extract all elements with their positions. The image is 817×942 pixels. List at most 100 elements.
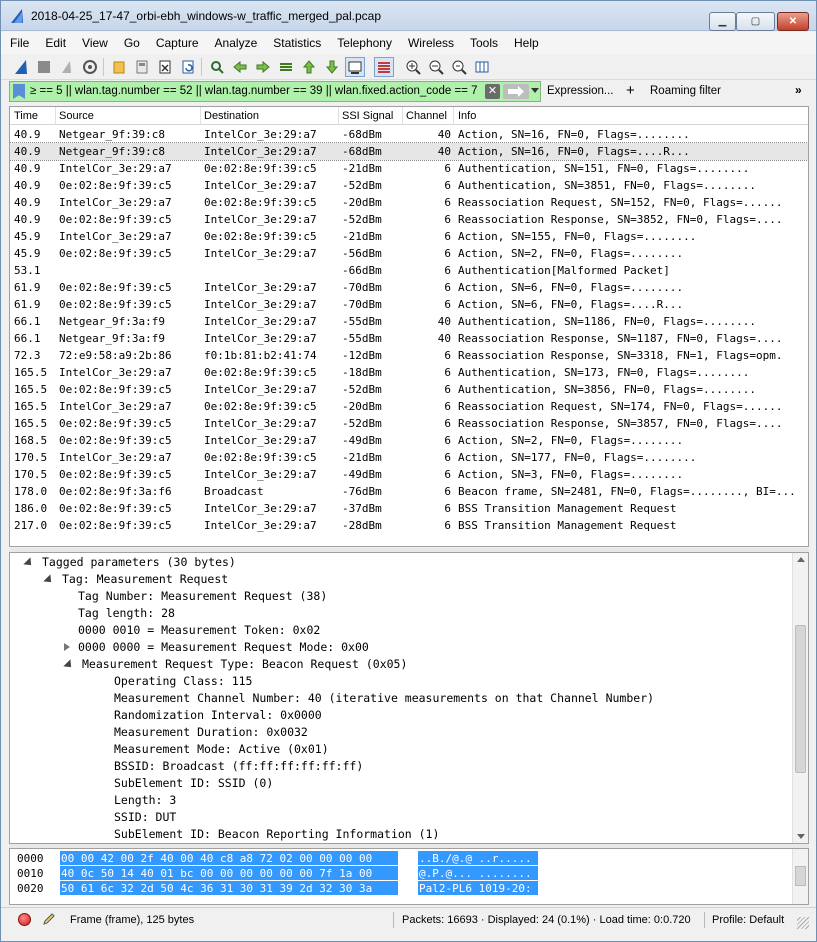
column-ssi-signal[interactable]: SSI Signal: [342, 110, 393, 122]
table-row[interactable]: 61.9 0e:02:8e:9f:39:c5 IntelCor_3e:29:a7 -7…: [10, 296, 808, 313]
column-destination[interactable]: Destination: [204, 110, 259, 122]
table-row[interactable]: 217.0 0e:02:8e:9f:39:c5 IntelCor_3e:29:a7 -…: [10, 517, 808, 534]
menu-edit[interactable]: Edit: [45, 36, 66, 50]
bytes-scrollbar[interactable]: [792, 849, 808, 904]
expanded-arrow-icon[interactable]: [63, 659, 75, 671]
menu-go[interactable]: Go: [124, 36, 140, 50]
edit-comment-icon[interactable]: [42, 912, 56, 926]
table-row[interactable]: 66.1 Netgear_9f:3a:f9 IntelCor_3e:29:a7 -55…: [10, 313, 808, 330]
menu-view[interactable]: View: [82, 36, 108, 50]
menu-wireless[interactable]: Wireless: [408, 36, 454, 50]
apply-filter-button[interactable]: [503, 84, 529, 99]
table-row[interactable]: 40.9 IntelCor_3e:29:a7 0e:02:8e:9f:39:c5 -2…: [10, 160, 808, 177]
close-file-icon[interactable]: [155, 57, 175, 77]
menu-analyze[interactable]: Analyze: [215, 36, 258, 50]
autoscroll-icon[interactable]: [345, 57, 365, 77]
status-profile[interactable]: Profile: Default: [712, 914, 784, 926]
table-row[interactable]: 40.9 IntelCor_3e:29:a7 0e:02:8e:9f:39:c5 -2…: [10, 194, 808, 211]
tree-item[interactable]: 0000 0000 = Measurement Request Mode: 0x…: [64, 640, 369, 657]
column-divider[interactable]: [55, 107, 56, 125]
hex-bytes[interactable]: 40 0c 50 14 40 01 bc 00 00 00 00 00 00 7…: [60, 866, 398, 880]
table-row[interactable]: 66.1 Netgear_9f:3a:f9 IntelCor_3e:29:a7 -55…: [10, 330, 808, 347]
add-filter-button[interactable]: +: [626, 82, 635, 99]
expert-info-icon[interactable]: [18, 913, 31, 926]
table-row[interactable]: 40.9 0e:02:8e:9f:39:c5 IntelCor_3e:29:a7 -5…: [10, 177, 808, 194]
tree-item[interactable]: SSID: DUT: [114, 810, 176, 827]
packet-list[interactable]: Time Source Destination SSI Signal Chann…: [9, 106, 809, 547]
menu-capture[interactable]: Capture: [156, 36, 199, 50]
table-row[interactable]: 165.5 IntelCor_3e:29:a7 0e:02:8e:9f:39:c5 -…: [10, 364, 808, 381]
tree-item[interactable]: BSSID: Broadcast (ff:ff:ff:ff:ff:ff): [114, 759, 363, 776]
shark-fin-icon[interactable]: [11, 57, 31, 77]
more-filters-button[interactable]: »: [795, 83, 802, 97]
menu-tools[interactable]: Tools: [470, 36, 498, 50]
expression-button[interactable]: Expression...: [547, 85, 613, 97]
table-row[interactable]: 53.1 -66dBm 6 Authentication[Malformed Pack…: [10, 262, 808, 279]
scroll-thumb[interactable]: [795, 625, 806, 773]
table-row[interactable]: 165.5 IntelCor_3e:29:a7 0e:02:8e:9f:39:c5 -…: [10, 398, 808, 415]
menu-help[interactable]: Help: [514, 36, 539, 50]
column-divider[interactable]: [338, 107, 339, 125]
table-row[interactable]: 40.9 Netgear_9f:39:c8 IntelCor_3e:29:a7 -68…: [10, 126, 808, 143]
tree-item[interactable]: Measurement Mode: Active (0x01): [114, 742, 329, 759]
table-row[interactable]: 61.9 0e:02:8e:9f:39:c5 IntelCor_3e:29:a7 -7…: [10, 279, 808, 296]
menu-file[interactable]: File: [10, 36, 29, 50]
column-divider[interactable]: [453, 107, 454, 125]
tree-item[interactable]: Measurement Channel Number: 40 (iterativ…: [114, 691, 654, 708]
back-icon[interactable]: [230, 57, 250, 77]
tree-item[interactable]: Operating Class: 115: [114, 674, 252, 691]
table-row[interactable]: 170.5 IntelCor_3e:29:a7 0e:02:8e:9f:39:c5 -…: [10, 449, 808, 466]
collapsed-arrow-icon[interactable]: [64, 643, 70, 651]
table-row[interactable]: 165.5 0e:02:8e:9f:39:c5 IntelCor_3e:29:a7 -…: [10, 381, 808, 398]
column-source[interactable]: Source: [59, 110, 94, 122]
first-icon[interactable]: [299, 57, 319, 77]
hex-bytes[interactable]: 00 00 42 00 2f 40 00 40 c8 a8 72 02 00 0…: [60, 851, 398, 865]
expanded-arrow-icon[interactable]: [43, 574, 55, 586]
scroll-down-icon[interactable]: [797, 834, 805, 839]
tree-item[interactable]: Measurement Duration: 0x0032: [114, 725, 308, 742]
table-row[interactable]: 40.9 Netgear_9f:39:c8 IntelCor_3e:29:a7 -68…: [10, 142, 808, 161]
table-row[interactable]: 186.0 0e:02:8e:9f:39:c5 IntelCor_3e:29:a7 -…: [10, 500, 808, 517]
tree-item[interactable]: Randomization Interval: 0x0000: [114, 708, 322, 725]
ascii-bytes[interactable]: ..B./@.@ ..r.....: [418, 851, 538, 865]
goto-icon[interactable]: [276, 57, 296, 77]
minimize-button[interactable]: ▁: [709, 12, 736, 31]
tree-item[interactable]: Tag Number: Measurement Request (38): [78, 589, 327, 606]
forward-icon[interactable]: [253, 57, 273, 77]
tree-item[interactable]: 0000 0010 = Measurement Token: 0x02: [78, 623, 320, 640]
options-icon[interactable]: [80, 57, 100, 77]
table-row[interactable]: 45.9 IntelCor_3e:29:a7 0e:02:8e:9f:39:c5 -2…: [10, 228, 808, 245]
table-row[interactable]: 165.5 0e:02:8e:9f:39:c5 IntelCor_3e:29:a7 -…: [10, 415, 808, 432]
tree-item[interactable]: Length: 3: [114, 793, 176, 810]
save-icon[interactable]: [132, 57, 152, 77]
tree-item[interactable]: Tag length: 28: [78, 606, 175, 623]
maximize-button[interactable]: ▢: [736, 12, 775, 31]
colorize-icon[interactable]: [374, 57, 394, 77]
tree-item[interactable]: SubElement ID: Beacon Reporting Informat…: [114, 827, 439, 843]
column-channel[interactable]: Channel: [406, 110, 447, 122]
bookmark-icon[interactable]: [13, 84, 25, 99]
zoom-in-icon[interactable]: [403, 57, 423, 77]
zoom-out-icon[interactable]: [426, 57, 446, 77]
hex-bytes[interactable]: 50 61 6c 32 2d 50 4c 36 31 30 31 39 2d 3…: [60, 881, 398, 895]
column-divider[interactable]: [402, 107, 403, 125]
packet-details-tree[interactable]: Tagged parameters (30 bytes) Tag: Measure…: [9, 552, 809, 844]
tree-item[interactable]: Measurement Request Type: Beacon Request…: [63, 657, 407, 674]
tree-item[interactable]: Tagged parameters (30 bytes): [23, 555, 236, 572]
tree-item[interactable]: SubElement ID: SSID (0): [114, 776, 273, 793]
table-row[interactable]: 40.9 0e:02:8e:9f:39:c5 IntelCor_3e:29:a7 -5…: [10, 211, 808, 228]
last-icon[interactable]: [322, 57, 342, 77]
stop-icon[interactable]: [34, 57, 54, 77]
column-info[interactable]: Info: [458, 110, 476, 122]
ascii-bytes[interactable]: @.P.@... ........: [418, 866, 538, 880]
display-filter-input[interactable]: ≥ == 5 || wlan.tag.number == 52 || wlan.…: [9, 81, 541, 102]
open-file-icon[interactable]: [109, 57, 129, 77]
table-row[interactable]: 168.5 0e:02:8e:9f:39:c5 IntelCor_3e:29:a7 -…: [10, 432, 808, 449]
zoom-reset-icon[interactable]: [449, 57, 469, 77]
tree-item[interactable]: Tag: Measurement Request: [43, 572, 228, 589]
menu-telephony[interactable]: Telephony: [337, 36, 392, 50]
clear-filter-button[interactable]: ✕: [485, 84, 500, 99]
resize-grip-icon[interactable]: [797, 917, 809, 929]
roaming-filter-button[interactable]: Roaming filter: [650, 85, 721, 97]
find-icon[interactable]: [207, 57, 227, 77]
